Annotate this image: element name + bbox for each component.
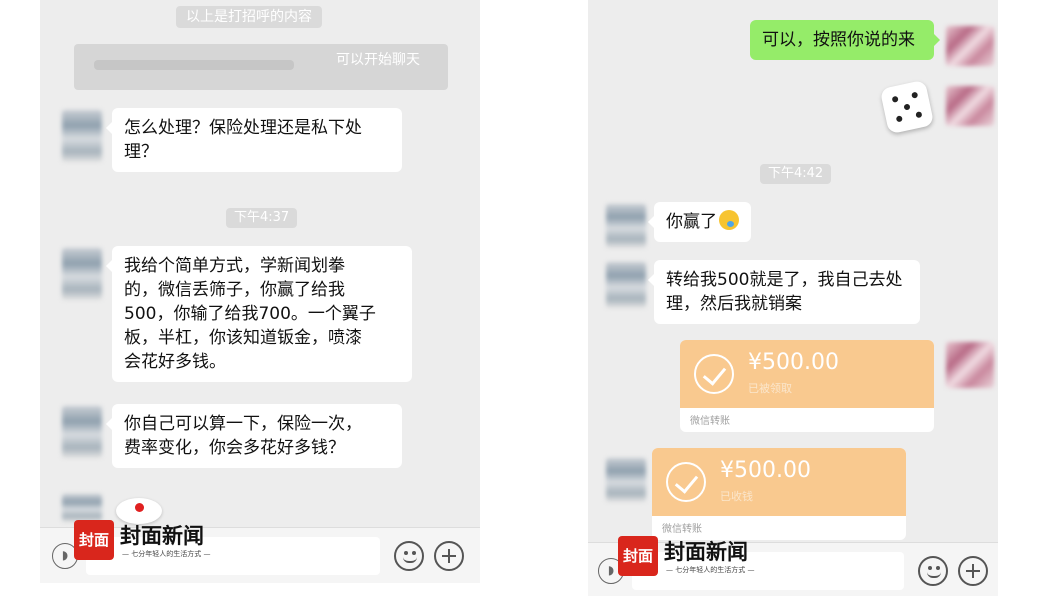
timestamp: 下午4:37 (226, 208, 298, 228)
logo-tagline: — 七分年轻人的生活方式 — (122, 550, 211, 558)
emoji-icon (719, 210, 739, 230)
start-chat-hint-box: 可以开始聊天 (74, 44, 448, 90)
transfer-status: 已收钱 (720, 490, 753, 503)
contact-avatar[interactable] (606, 204, 646, 248)
transfer-card[interactable]: ¥500.00 已被领取 微信转账 (680, 340, 934, 432)
transfer-footer: 微信转账 (690, 416, 730, 427)
contact-avatar[interactable] (62, 248, 102, 300)
message-bubble[interactable]: 转给我500就是了，我自己去处 理，然后我就销案 (648, 260, 920, 324)
self-avatar[interactable] (946, 26, 994, 66)
dice-icon[interactable] (879, 79, 935, 135)
self-avatar[interactable] (946, 86, 994, 126)
plus-icon[interactable] (434, 541, 464, 571)
transfer-status: 已被领取 (748, 382, 792, 395)
self-avatar[interactable] (946, 342, 994, 388)
emoji-icon[interactable] (394, 541, 424, 571)
left-chat-screen: 以上是打招呼的内容 可以开始聊天 怎么处理？保险处理还是私下处 理？ 下午4:3… (40, 0, 480, 583)
transfer-amount: ¥500.00 (748, 350, 839, 375)
check-icon (694, 354, 734, 394)
plus-icon[interactable] (958, 556, 988, 586)
transfer-card[interactable]: ¥500.00 已收钱 微信转账 (652, 448, 906, 540)
message-text: 你赢了 (666, 212, 717, 232)
logo-badge: 封面 (74, 520, 114, 560)
contact-avatar[interactable] (62, 406, 102, 458)
contact-avatar[interactable] (606, 458, 646, 502)
system-notice: 以上是打招呼的内容 (176, 6, 322, 28)
logo-name: 封面新闻 (664, 539, 748, 564)
contact-avatar[interactable] (606, 262, 646, 308)
blurred-text (94, 60, 294, 70)
right-chat-screen: 可以，按照你说的来 下午4:42 你赢了 转给我500就是了，我自己去处 理，然… (588, 0, 998, 596)
transfer-amount: ¥500.00 (720, 458, 811, 483)
logo-name: 封面新闻 (120, 523, 204, 548)
emoji-icon[interactable] (918, 556, 948, 586)
message-bubble[interactable]: 你自己可以算一下，保险一次， 费率变化，你会多花好多钱？ (106, 404, 402, 468)
start-chat-hint: 可以开始聊天 (336, 52, 420, 68)
message-bubble[interactable]: 你赢了 (648, 202, 751, 242)
message-bubble[interactable]: 我给个简单方式，学新闻划拳 的，微信丢筛子，你赢了给我 500，你输了给我700… (106, 246, 412, 382)
timestamp: 下午4:42 (760, 164, 832, 184)
transfer-footer: 微信转账 (662, 524, 702, 535)
message-bubble[interactable]: 怎么处理？保险处理还是私下处 理？ (106, 108, 402, 172)
contact-avatar[interactable] (62, 494, 102, 522)
check-icon (666, 462, 706, 502)
outgoing-message[interactable]: 可以，按照你说的来 (750, 20, 940, 60)
logo-tagline: — 七分年轻人的生活方式 — (666, 566, 755, 574)
contact-avatar[interactable] (62, 110, 102, 162)
logo-badge: 封面 (618, 536, 658, 576)
